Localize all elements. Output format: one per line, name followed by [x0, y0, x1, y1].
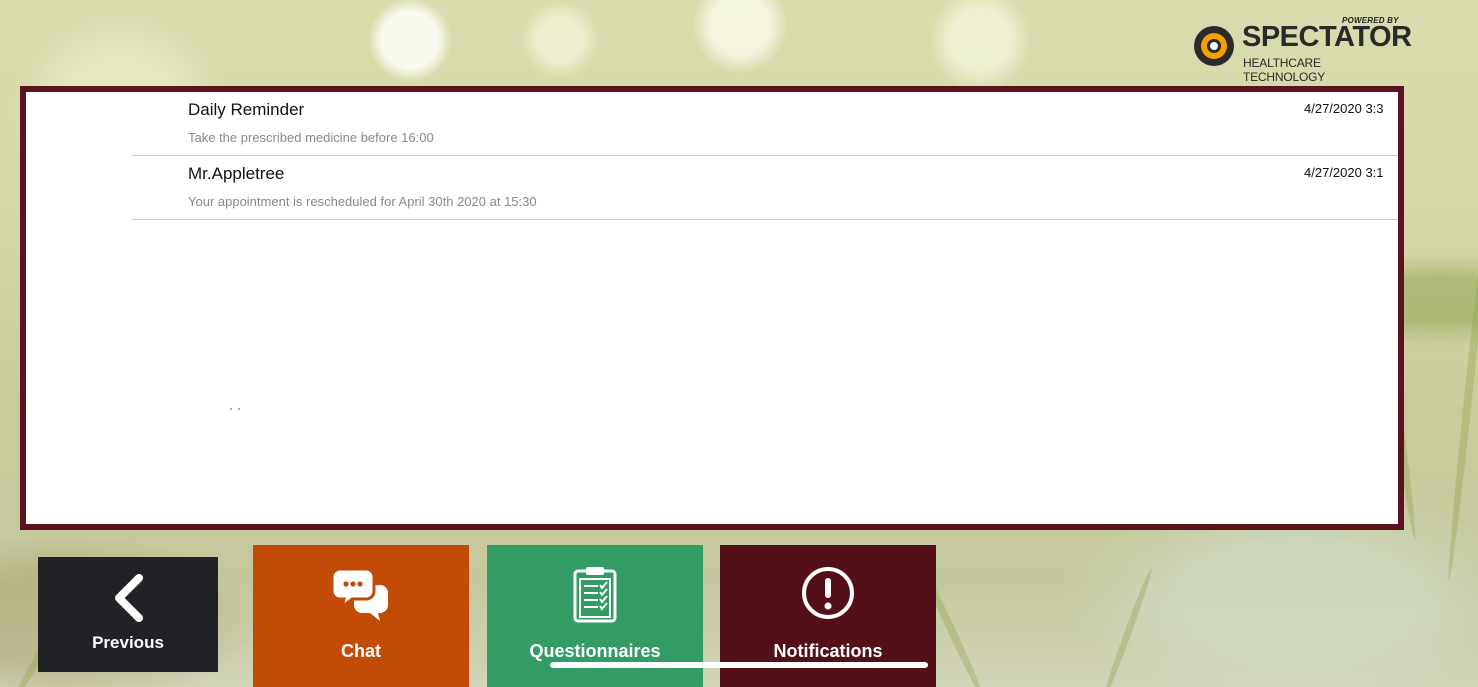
- chat-bubbles-icon: [330, 565, 390, 628]
- chat-button[interactable]: Chat: [253, 545, 469, 687]
- app-screen: POWERED BY SPECTATOR HEALTHCARE TECHNOLO…: [0, 0, 1478, 687]
- chevron-left-icon: [111, 573, 145, 628]
- background-grass: [1100, 567, 1155, 687]
- clipboard-icon: [572, 565, 618, 628]
- questionnaires-label: Questionnaires: [529, 641, 661, 661]
- notification-body: Your appointment is rescheduled for Apri…: [188, 194, 537, 209]
- notification-date: 4/27/2020 3:1: [1304, 165, 1384, 180]
- notifications-panel: Daily Reminder Take the prescribed medic…: [20, 86, 1404, 530]
- faint-artifact: [238, 408, 240, 410]
- logo-name: SPECTATOR: [1242, 21, 1412, 53]
- notifications-label: Notifications: [773, 641, 883, 661]
- notification-body: Take the prescribed medicine before 16:0…: [188, 130, 434, 145]
- notification-item-daily-reminder[interactable]: Daily Reminder Take the prescribed medic…: [132, 92, 1398, 156]
- notification-list: Daily Reminder Take the prescribed medic…: [26, 92, 1398, 220]
- notification-title: Daily Reminder: [188, 100, 305, 119]
- spectator-logo: POWERED BY SPECTATOR HEALTHCARE TECHNOLO…: [1194, 16, 1412, 84]
- faint-artifact: [230, 408, 232, 410]
- previous-label: Previous: [92, 633, 164, 652]
- exclamation-circle-icon: [800, 565, 856, 626]
- spectator-logo-icon: [1194, 26, 1234, 66]
- chat-label: Chat: [341, 641, 381, 661]
- notification-date: 4/27/2020 3:3: [1304, 101, 1384, 116]
- notification-item-mr-appletree[interactable]: Mr.Appletree Your appointment is resched…: [132, 156, 1398, 220]
- logo-tagline: HEALTHCARE TECHNOLOGY: [1243, 56, 1326, 84]
- home-indicator[interactable]: [550, 662, 928, 668]
- background-grass: [1445, 201, 1478, 581]
- previous-button[interactable]: Previous: [38, 557, 218, 672]
- notification-title: Mr.Appletree: [188, 164, 285, 183]
